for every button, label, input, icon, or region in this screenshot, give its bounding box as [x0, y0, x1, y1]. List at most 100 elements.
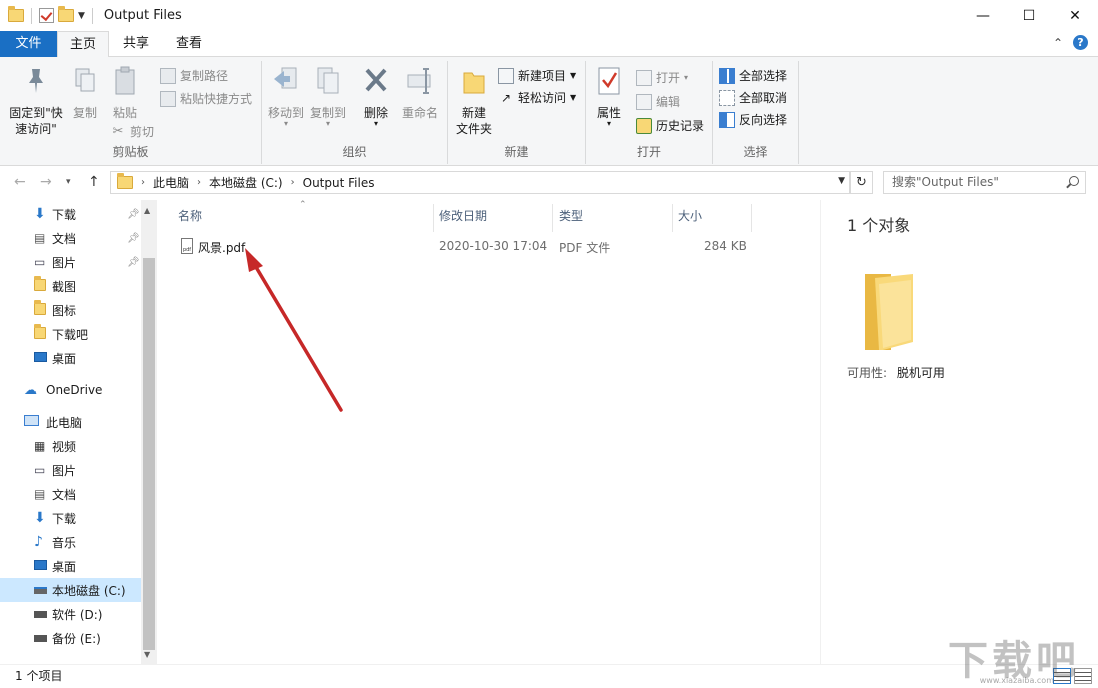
- back-arrow-icon[interactable]: ←: [14, 174, 26, 190]
- chevron-up-icon[interactable]: ⌃: [1053, 36, 1063, 50]
- select-none-button[interactable]: 全部取消: [719, 89, 787, 106]
- tab-view[interactable]: 查看: [163, 31, 215, 57]
- folder-icon: [117, 173, 133, 189]
- chevron-right-icon[interactable]: ›: [291, 177, 295, 188]
- address-bar[interactable]: › 此电脑 › 本地磁盘 (C:) › Output Files ▼: [110, 171, 850, 194]
- nav-item-pictures[interactable]: ▭ 图片: [34, 250, 76, 274]
- scrollbar-thumb[interactable]: [143, 258, 155, 650]
- chevron-down-icon: ▼: [570, 71, 577, 80]
- nav-item-onedrive[interactable]: ☁ OneDrive: [24, 378, 102, 402]
- nav-item-label: 视频: [52, 439, 77, 454]
- organize-group-label: 组织: [342, 145, 367, 159]
- ribbon-tabs: 文件 主页 共享 查看 ⌃ ?: [0, 31, 1098, 58]
- nav-item-screenshots[interactable]: 截图: [34, 274, 76, 298]
- new-folder-icon: [463, 72, 485, 94]
- nav-item-label: OneDrive: [46, 383, 103, 397]
- up-arrow-icon[interactable]: ↑: [88, 174, 100, 190]
- download-icon: ⬇: [34, 206, 46, 222]
- open-button[interactable]: 打开 ▾: [636, 69, 688, 86]
- properties-button[interactable]: 属性 ▾: [592, 65, 626, 128]
- properties-qat-icon[interactable]: [39, 8, 54, 23]
- pin-icon[interactable]: 📌︎: [127, 257, 140, 268]
- large-folder-icon: [865, 274, 913, 350]
- tab-share[interactable]: 共享: [112, 31, 160, 57]
- new-folder-qat-icon[interactable]: [58, 6, 74, 22]
- clipboard-group: 固定到"快速访问" 复制 粘贴 复制路径 粘贴快捷方式 ✂ 剪切 剪贴板: [0, 61, 262, 164]
- select-all-icon: [719, 67, 735, 84]
- picture-icon: ▭: [34, 255, 46, 269]
- edit-button[interactable]: 编辑: [636, 93, 680, 110]
- qat-dropdown-icon[interactable]: ▼: [78, 11, 85, 21]
- nav-item-label: 桌面: [52, 351, 77, 366]
- breadcrumb-this-pc[interactable]: 此电脑: [153, 174, 189, 191]
- nav-item-label: 文档: [52, 231, 77, 246]
- move-to-button[interactable]: 移动到 ▾: [266, 65, 306, 128]
- nav-item-drive-c[interactable]: 本地磁盘 (C:): [0, 578, 141, 602]
- chevron-right-icon[interactable]: ›: [197, 177, 201, 188]
- nav-item-desktop-pc[interactable]: 桌面: [34, 554, 76, 578]
- nav-item-desktop[interactable]: 桌面: [34, 346, 76, 370]
- rename-button[interactable]: 重命名: [398, 65, 442, 121]
- paste-button[interactable]: 粘贴: [110, 65, 140, 121]
- nav-item-label: 图标: [52, 303, 77, 318]
- select-all-button[interactable]: 全部选择: [719, 67, 787, 84]
- forward-arrow-icon[interactable]: →: [40, 174, 52, 190]
- availability-row: 可用性: 脱机可用: [847, 364, 945, 381]
- separator: [31, 7, 32, 24]
- nav-item-drive-e[interactable]: 备份 (E:): [34, 626, 101, 650]
- nav-item-documents-pc[interactable]: ▤ 文档: [34, 482, 76, 506]
- nav-item-videos[interactable]: ▦ 视频: [34, 434, 76, 458]
- pin-icon[interactable]: 📌︎: [127, 233, 140, 244]
- nav-scrollbar[interactable]: ▲ ▼: [141, 200, 157, 664]
- paste-shortcut-button[interactable]: 粘贴快捷方式: [160, 90, 252, 107]
- copy-path-button[interactable]: 复制路径: [160, 67, 228, 84]
- chevron-right-icon[interactable]: ›: [141, 177, 145, 188]
- paste-label: 粘贴: [112, 106, 137, 120]
- nav-item-downloads[interactable]: ⬇ 下载: [34, 202, 76, 226]
- nav-item-drive-d[interactable]: 软件 (D:): [34, 602, 102, 626]
- new-item-button[interactable]: 新建项目 ▼: [498, 67, 576, 84]
- nav-item-documents[interactable]: ▤ 文档: [34, 226, 76, 250]
- history-button[interactable]: 历史记录: [636, 117, 704, 134]
- copy-button[interactable]: 复制: [70, 65, 100, 121]
- help-icon[interactable]: ?: [1073, 35, 1088, 50]
- minimize-button[interactable]: —: [960, 0, 1006, 31]
- chevron-down-icon[interactable]: ▼: [838, 176, 845, 186]
- nav-item-pictures-pc[interactable]: ▭ 图片: [34, 458, 76, 482]
- copy-to-button[interactable]: 复制到 ▾: [308, 65, 348, 128]
- breadcrumb-output-files[interactable]: Output Files: [303, 176, 375, 190]
- nav-item-music[interactable]: ♪ 音乐: [34, 530, 76, 554]
- nav-item-icons[interactable]: 图标: [34, 298, 76, 322]
- new-group-label: 新建: [504, 145, 529, 159]
- scroll-up-icon[interactable]: ▲: [144, 206, 150, 215]
- nav-item-label: 此电脑: [46, 415, 83, 430]
- delete-button[interactable]: 删除 ▾: [360, 65, 392, 128]
- nav-item-label: 下载: [52, 511, 77, 526]
- recent-dropdown-icon[interactable]: ▾: [66, 177, 71, 187]
- tab-file[interactable]: 文件: [0, 31, 57, 57]
- desktop-icon: [34, 560, 47, 570]
- invert-selection-button[interactable]: 反向选择: [719, 111, 787, 128]
- pin-quick-access-button[interactable]: 固定到"快速访问": [6, 65, 66, 137]
- search-input[interactable]: 搜索"Output Files": [883, 171, 1086, 194]
- watermark-url: www.xiazaiba.com: [979, 676, 1054, 685]
- tab-home[interactable]: 主页: [57, 31, 109, 58]
- copy-icon: [75, 68, 95, 92]
- scroll-down-icon[interactable]: ▼: [144, 650, 150, 659]
- close-button[interactable]: ✕: [1052, 0, 1098, 31]
- copy-path-label: 复制路径: [180, 69, 229, 83]
- maximize-button[interactable]: ☐: [1006, 0, 1052, 31]
- pin-icon[interactable]: 📌︎: [127, 209, 140, 220]
- cut-button[interactable]: ✂ 剪切: [110, 123, 154, 140]
- new-folder-button[interactable]: 新建 文件夹: [452, 65, 496, 137]
- refresh-button[interactable]: ↻: [850, 171, 873, 194]
- nav-item-xiazaiba[interactable]: 下载吧: [34, 322, 88, 346]
- nav-item-downloads-pc[interactable]: ⬇ 下载: [34, 506, 76, 530]
- nav-item-this-pc[interactable]: 此电脑: [24, 410, 82, 434]
- breadcrumb-drive-c[interactable]: 本地磁盘 (C:): [209, 174, 283, 191]
- easy-access-button[interactable]: ↗ 轻松访问 ▼: [498, 89, 576, 106]
- new-folder-label: 新建 文件夹: [455, 106, 492, 136]
- drive-icon: [34, 635, 47, 642]
- nav-item-label: 桌面: [52, 559, 77, 574]
- copy-path-icon: [160, 67, 176, 84]
